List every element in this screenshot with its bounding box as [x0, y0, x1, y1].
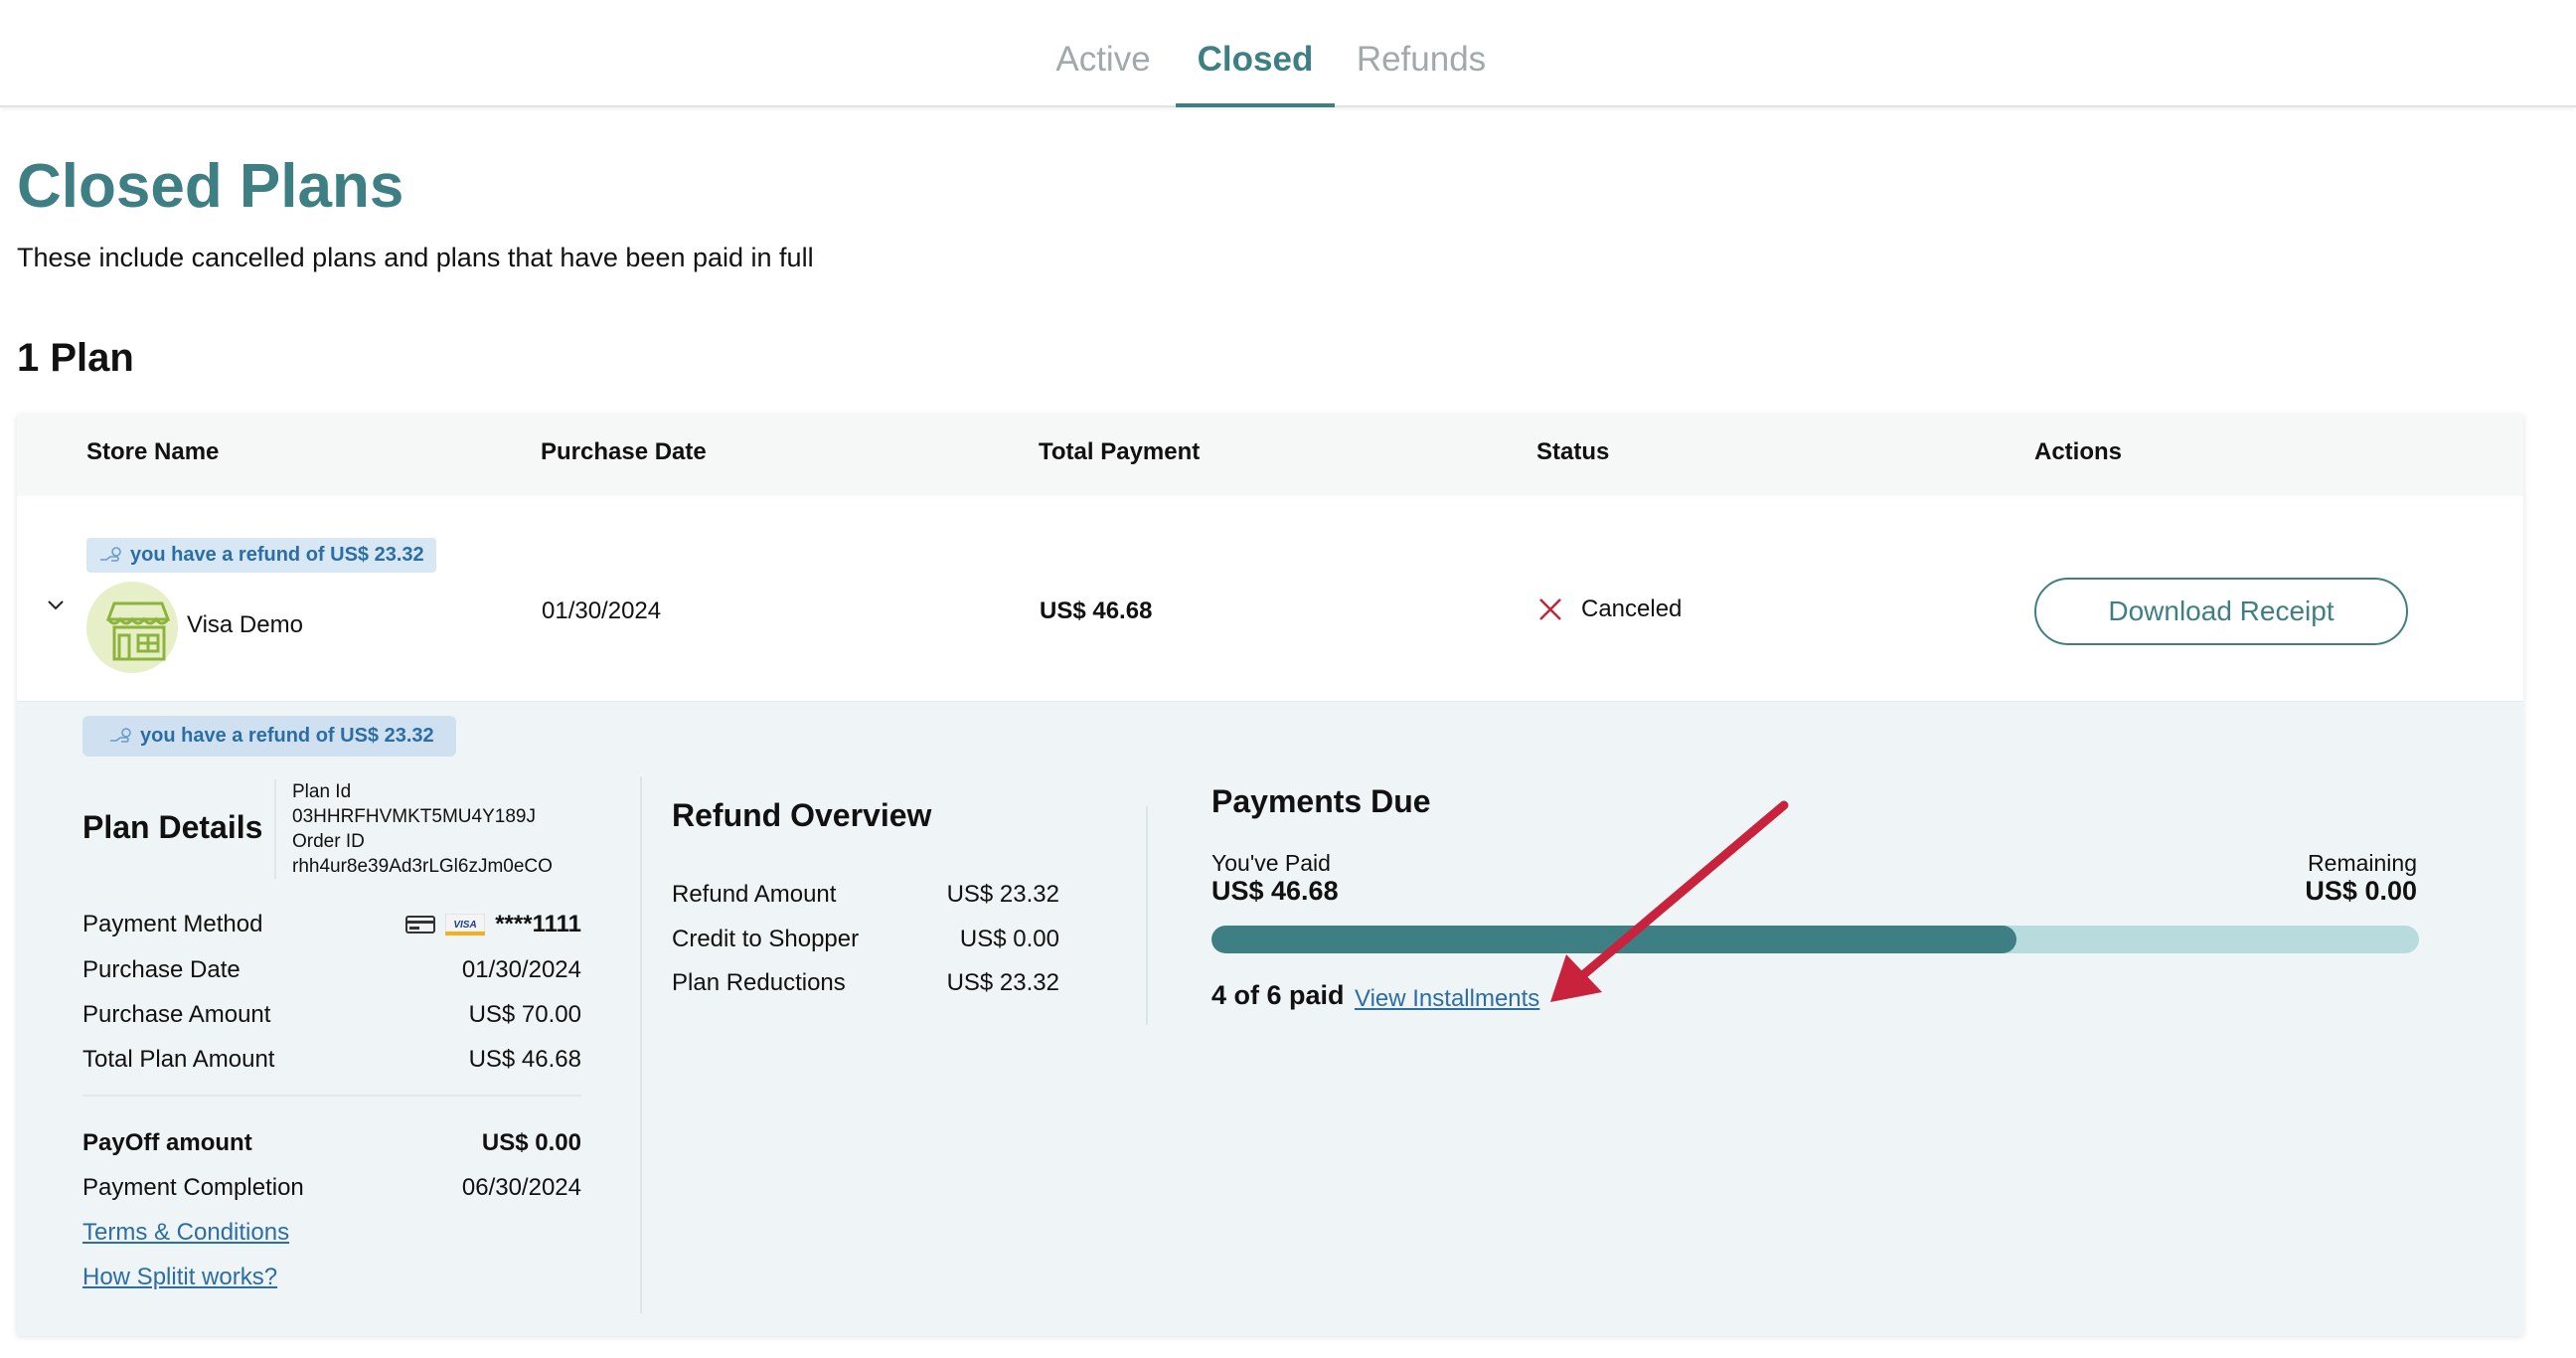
page-title: Closed Plans — [17, 152, 404, 221]
purchase-date-row: Purchase Date 01/30/2024 — [82, 956, 581, 984]
refund-overview-row: Plan Reductions US$ 23.32 — [672, 969, 1059, 997]
payoff-value: US$ 0.00 — [481, 1129, 581, 1156]
how-splitit-link[interactable]: How Splitit works? — [82, 1264, 277, 1291]
purchase-amount-row: Purchase Amount US$ 70.00 — [82, 1001, 581, 1029]
refund-badge-text: you have a refund of US$ 23.32 — [130, 544, 424, 566]
plan-details-title: Plan Details — [82, 809, 263, 845]
table-header: Store Name Purchase Date Total Payment S… — [17, 415, 2523, 496]
payment-method-label: Payment Method — [82, 911, 263, 937]
refund-row-value: US$ 23.32 — [946, 881, 1059, 908]
refund-row-label: Plan Reductions — [672, 969, 846, 996]
refund-row-value: US$ 23.32 — [946, 969, 1059, 996]
column-divider — [640, 776, 642, 1313]
purchase-date-label: Purchase Date — [82, 956, 241, 983]
terms-link[interactable]: Terms & Conditions — [82, 1219, 289, 1247]
remaining-summary: Remaining US$ 0.00 — [2203, 849, 2417, 905]
status-badge: Canceled — [1537, 595, 1682, 623]
store-name: Visa Demo — [187, 611, 303, 638]
total-payment: US$ 46.68 — [1040, 597, 1153, 624]
visa-icon: VISA — [445, 914, 486, 935]
detail-refund-badge-text: you have a refund of US$ 23.32 — [140, 725, 434, 747]
refund-row-label: Credit to Shopper — [672, 926, 860, 952]
plan-id: 03HHRFHVMKT5MU4Y189J — [292, 806, 536, 827]
page-subtitle: These include cancelled plans and plans … — [17, 243, 814, 272]
card-mask: ****1111 — [495, 911, 581, 937]
header-purchase-date: Purchase Date — [541, 438, 707, 465]
store-icon — [86, 582, 178, 673]
divider — [82, 1095, 581, 1097]
refund-hand-icon — [110, 727, 131, 743]
column-divider — [1146, 806, 1148, 1025]
detail-refund-badge: you have a refund of US$ 23.32 — [82, 716, 456, 757]
payoff-label: PayOff amount — [82, 1129, 252, 1156]
header-status: Status — [1536, 438, 1610, 465]
payment-method-row: Payment Method VISA ****1111 — [82, 911, 581, 938]
plans-table: Store Name Purchase Date Total Payment S… — [17, 415, 2523, 1336]
total-plan-amount-row: Total Plan Amount US$ 46.68 — [82, 1046, 581, 1074]
payment-method-value: VISA ****1111 — [405, 911, 581, 938]
plan-count: 1 Plan — [17, 336, 134, 380]
chevron-down-icon[interactable] — [47, 595, 65, 613]
completion-label: Payment Completion — [82, 1174, 304, 1201]
remaining-amount: US$ 0.00 — [2305, 876, 2417, 906]
paid-count: 4 of 6 paid — [1211, 980, 1345, 1010]
plan-id-label: Plan Id — [292, 781, 352, 802]
completion-row: Payment Completion 06/30/2024 — [82, 1174, 581, 1202]
tab-refunds[interactable]: Refunds — [1352, 40, 1491, 107]
total-plan-amount-label: Total Plan Amount — [82, 1046, 275, 1073]
payments-due-title: Payments Due — [1211, 783, 1431, 819]
refund-row-label: Refund Amount — [672, 881, 837, 908]
annotation-arrow — [1550, 800, 1789, 1002]
total-plan-amount-value: US$ 46.68 — [468, 1046, 581, 1073]
payment-progress-bar — [1211, 926, 2419, 953]
status-text: Canceled — [1581, 595, 1683, 622]
paid-summary: You've Paid US$ 46.68 — [1211, 849, 1339, 905]
view-installments-link[interactable]: View Installments — [1355, 985, 1539, 1013]
purchase-amount-value: US$ 70.00 — [468, 1001, 581, 1028]
tab-closed[interactable]: Closed — [1176, 40, 1335, 107]
remaining-label: Remaining — [2308, 850, 2417, 876]
purchase-amount-label: Purchase Amount — [82, 1001, 271, 1028]
refund-overview-row: Credit to Shopper US$ 0.00 — [672, 926, 1059, 953]
close-x-icon — [1539, 598, 1561, 620]
header-actions: Actions — [2034, 438, 2123, 465]
plan-detail-panel: you have a refund of US$ 23.32 Plan Deta… — [17, 701, 2523, 1336]
plan-ids: Plan Id 03HHRFHVMKT5MU4Y189J Order ID rh… — [274, 779, 553, 879]
paid-amount: US$ 46.68 — [1211, 876, 1339, 906]
refund-overview-row: Refund Amount US$ 23.32 — [672, 881, 1059, 909]
completion-value: 06/30/2024 — [461, 1174, 581, 1201]
header-total-payment: Total Payment — [1039, 438, 1201, 465]
tabs-bar: Active Closed Refunds — [0, 0, 2576, 107]
order-id-label: Order ID — [292, 831, 365, 852]
payoff-row: PayOff amount US$ 0.00 — [82, 1129, 581, 1157]
credit-card-icon — [405, 916, 436, 934]
refund-overview-title: Refund Overview — [672, 797, 932, 833]
paid-label: You've Paid — [1211, 850, 1331, 876]
order-id: rhh4ur8e39Ad3rLGl6zJm0eCO — [292, 856, 553, 877]
refund-badge: you have a refund of US$ 23.32 — [86, 538, 436, 573]
header-store-name: Store Name — [86, 438, 220, 465]
purchase-date: 01/30/2024 — [542, 597, 662, 624]
refund-row-value: US$ 0.00 — [959, 926, 1059, 952]
purchase-date-value: 01/30/2024 — [461, 956, 581, 983]
download-receipt-button[interactable]: Download Receipt — [2034, 578, 2408, 645]
refund-hand-icon — [100, 546, 121, 562]
svg-text:VISA: VISA — [454, 920, 477, 931]
table-row[interactable]: you have a refund of US$ 23.32 Visa Demo… — [17, 496, 2523, 701]
tab-active[interactable]: Active — [1034, 40, 1173, 107]
